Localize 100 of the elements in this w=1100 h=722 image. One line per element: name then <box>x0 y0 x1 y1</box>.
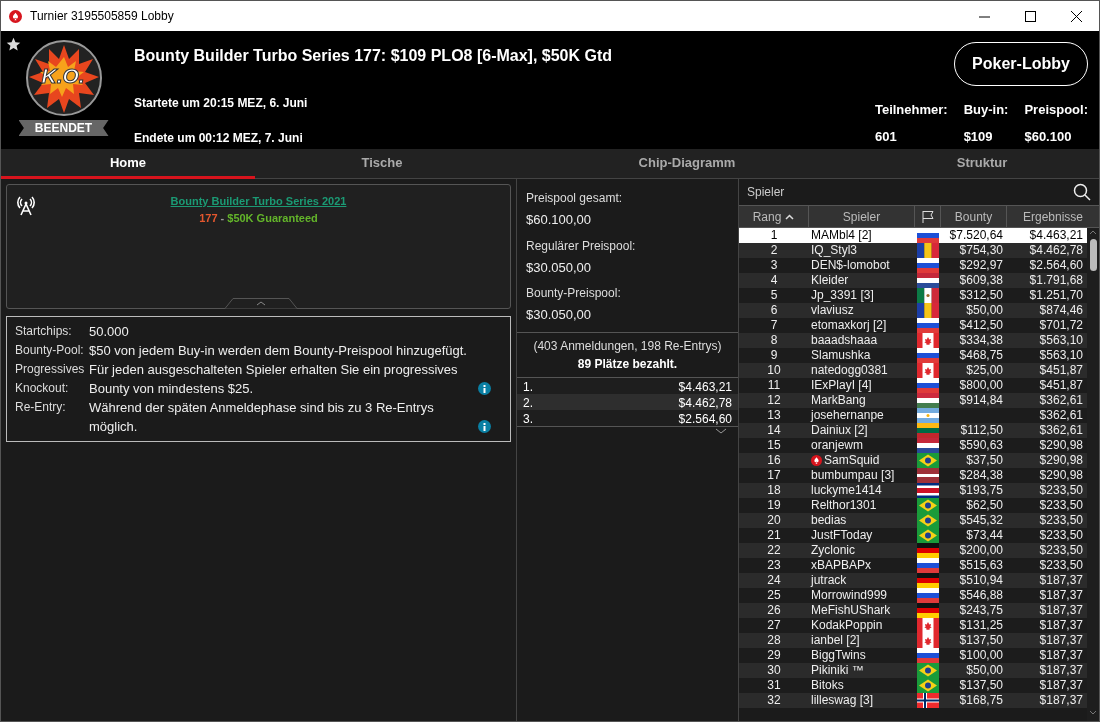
search-placeholder: Spieler <box>747 184 785 201</box>
info-icon[interactable] <box>478 420 491 433</box>
player-row[interactable]: 14 Dainiux [2] $112,50 $362,61 <box>739 423 1087 438</box>
prizepool-value: $30.050,00 <box>526 258 593 277</box>
table-cell: $546,88 <box>959 588 1003 602</box>
table-cell: 32 <box>767 693 781 707</box>
table-cell: 15 <box>767 438 781 452</box>
scroll-up-icon[interactable] <box>1089 230 1097 235</box>
player-row[interactable]: 4 Kleider $609,38 $1.791,68 <box>739 273 1087 288</box>
scrollbar-thumb[interactable] <box>1089 239 1097 271</box>
expand-icon[interactable] <box>714 426 728 435</box>
table-cell: $362,61 <box>1039 393 1083 407</box>
prizepool-label: Preispool gesamt: <box>526 190 624 207</box>
table-cell: IExPlayI [4] <box>811 378 872 393</box>
table-cell: $187,37 <box>1039 663 1083 677</box>
table-cell: MAMbl4 [2] <box>811 228 872 243</box>
player-row[interactable]: 20 bedias $545,32 $233,50 <box>739 513 1087 528</box>
table-cell: $62,50 <box>966 498 1003 512</box>
search-icon[interactable] <box>1073 183 1091 201</box>
table-cell: Relthor1301 <box>811 498 877 513</box>
player-row[interactable]: 6 vlaviusz $50,00 $874,46 <box>739 303 1087 318</box>
player-row[interactable]: 10 natedogg0381 $25,00 $451,87 <box>739 363 1087 378</box>
table-cell: $284,38 <box>959 468 1003 482</box>
payout-place: 2. <box>523 394 533 410</box>
series-link[interactable]: Bounty Builder Turbo Series 2021 <box>170 193 347 210</box>
table-cell: 12 <box>767 393 781 407</box>
table-cell: 18 <box>767 483 781 497</box>
table-cell: $290,98 <box>1039 438 1083 452</box>
table-cell: $50,00 <box>966 303 1003 317</box>
player-row[interactable]: 18 luckyme1414 $193,75 $233,50 <box>739 483 1087 498</box>
table-cell: $334,38 <box>959 333 1003 347</box>
player-row[interactable]: 32 lilleswag [3] $168,75 $187,37 <box>739 693 1087 708</box>
detail-value: Für jeden ausgeschalteten Spieler erhalten Sie ein progressives Bounty von mindestens $25. <box>89 361 459 398</box>
player-row[interactable]: 28 ianbel [2] $137,50 $187,37 <box>739 633 1087 648</box>
player-row[interactable]: 24 jutrack $510,94 $187,37 <box>739 573 1087 588</box>
table-cell: 10 <box>767 363 781 377</box>
stat-label: Preispool: <box>1024 101 1088 119</box>
table-cell: $4.462,78 <box>1029 243 1083 257</box>
detail-label: Re-Entry: <box>15 399 67 416</box>
table-cell: $701,72 <box>1039 318 1083 332</box>
payout-amount: $2.564,60 <box>678 410 732 426</box>
table-cell: $362,61 <box>1039 423 1083 437</box>
column-header[interactable]: Bounty <box>941 206 1007 227</box>
player-row[interactable]: 16 SamSquid $37,50 $290,98 <box>739 453 1087 468</box>
stat-label: Teilnehmer: <box>874 101 948 119</box>
table-cell: 8 <box>770 333 778 347</box>
tournament-title: Bounty Builder Turbo Series 177: $109 PLO8 [6-Max], $50K Gtd <box>134 46 614 66</box>
detail-label: Progressives Knockout: <box>15 361 86 397</box>
table-cell: $2.564,60 <box>1029 258 1083 272</box>
tab[interactable]: Home <box>1 149 255 179</box>
table-cell: 17 <box>767 468 781 482</box>
table-cell: $7.520,64 <box>949 228 1003 242</box>
table-cell: $187,37 <box>1039 573 1083 587</box>
table-cell: natedogg0381 <box>811 363 888 378</box>
stat-value: 601 <box>874 127 898 146</box>
tab[interactable]: Chip-Diagramm <box>509 149 865 179</box>
sort-ascending-icon[interactable] <box>785 213 795 220</box>
table-cell: lilleswag [3] <box>811 693 874 708</box>
table-cell: 7 <box>770 318 778 332</box>
table-cell: xBAPBAPx <box>811 558 872 573</box>
column-header[interactable]: Rang <box>739 206 809 227</box>
table-cell: IQ_Styl3 <box>811 243 858 258</box>
player-row[interactable]: 2 IQ_Styl3 $754,30 $4.462,78 <box>739 243 1087 258</box>
table-cell: 20 <box>767 513 781 527</box>
table-cell: jutrack <box>811 573 847 588</box>
column-header[interactable]: Ergebnisse <box>1007 206 1099 227</box>
table-cell: $100,00 <box>959 648 1003 662</box>
flag-column-icon[interactable] <box>920 210 935 223</box>
table-cell: $137,50 <box>959 678 1003 692</box>
table-cell: $412,50 <box>959 318 1003 332</box>
table-cell: $1.791,68 <box>1029 273 1083 287</box>
table-cell: MeFishUShark <box>811 603 891 618</box>
table-cell: 23 <box>767 558 781 572</box>
column-header[interactable]: Spieler <box>809 206 915 227</box>
info-icon[interactable] <box>478 382 491 395</box>
payout-place: 3. <box>523 410 533 426</box>
paid-places-note: 89 Plätze bezahlt. <box>577 355 678 373</box>
table-cell: $754,30 <box>959 243 1003 257</box>
table-cell: $290,98 <box>1039 468 1083 482</box>
table-cell: $233,50 <box>1039 528 1083 542</box>
player-row[interactable]: 30 Pikiniki ™ $50,00 $187,37 <box>739 663 1087 678</box>
table-cell: 30 <box>767 663 781 677</box>
tab[interactable]: Struktur <box>865 149 1099 179</box>
start-time: Startete um 20:15 MEZ, 6. Juni <box>134 95 309 112</box>
player-row[interactable]: 1 MAMbl4 [2] $7.520,64 $4.463,21 <box>739 228 1087 243</box>
player-row[interactable]: 8 baaadshaaa $334,38 $563,10 <box>739 333 1087 348</box>
table-cell: $290,98 <box>1039 453 1083 467</box>
player-row[interactable]: 12 MarkBang $914,84 $362,61 <box>739 393 1087 408</box>
table-cell: $131,25 <box>959 618 1003 632</box>
table-cell: $187,37 <box>1039 633 1083 647</box>
table-cell: $451,87 <box>1039 363 1083 377</box>
star-icon[interactable] <box>6 37 21 52</box>
table-cell: $545,32 <box>959 513 1003 527</box>
tab[interactable]: Tische <box>255 149 509 179</box>
scroll-down-icon[interactable] <box>1089 710 1097 715</box>
player-row[interactable]: 26 MeFishUShark $243,75 $187,37 <box>739 603 1087 618</box>
explosion-badge-icon <box>24 39 103 117</box>
player-row[interactable]: 22 Zyclonic $200,00 $233,50 <box>739 543 1087 558</box>
table-cell: 2 <box>770 243 778 257</box>
table-cell: 21 <box>767 528 781 542</box>
